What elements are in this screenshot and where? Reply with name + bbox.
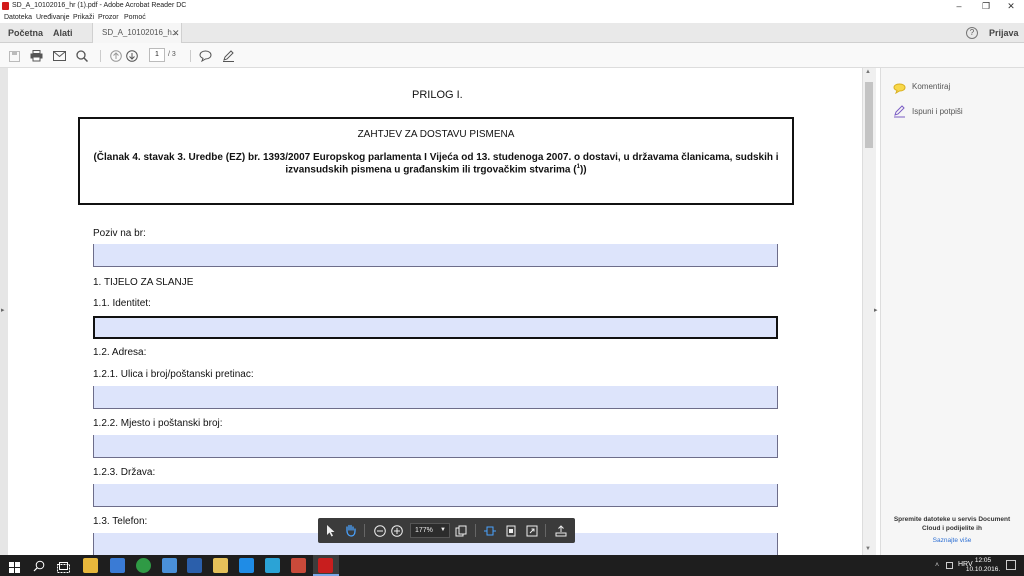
fit-width-icon[interactable] xyxy=(481,522,498,539)
minimize-button[interactable]: – xyxy=(948,0,970,12)
next-page-icon[interactable] xyxy=(124,48,140,64)
full-screen-icon[interactable] xyxy=(523,522,540,539)
phone-label: 1.3. Telefon: xyxy=(93,516,148,527)
chrome-icon[interactable] xyxy=(136,558,151,573)
notification-icon[interactable] xyxy=(1006,560,1016,570)
fill-sign-tool-icon[interactable] xyxy=(893,105,906,123)
country-field[interactable] xyxy=(93,484,778,507)
scrollbar-thumb[interactable] xyxy=(865,82,873,148)
menu-window[interactable]: Prozor xyxy=(98,12,119,23)
regulation-line-2: izvansudskih pismena u građanskim ili tr… xyxy=(285,164,587,176)
zoom-out-icon[interactable] xyxy=(371,522,388,539)
tab-home[interactable]: Početna xyxy=(8,23,43,43)
close-window-button[interactable]: ✕ xyxy=(1000,0,1022,12)
toolbar-divider xyxy=(190,50,191,62)
task-view-icon[interactable] xyxy=(57,560,70,576)
clock[interactable]: 12:05 10.10.2016. xyxy=(965,556,1001,574)
toolbar-divider xyxy=(545,524,546,537)
menu-view[interactable]: Prikaži xyxy=(73,12,94,23)
share-upload-icon[interactable] xyxy=(552,522,569,539)
signin-button[interactable]: Prijava xyxy=(989,23,1019,43)
word-icon[interactable] xyxy=(187,558,202,573)
app2-icon[interactable] xyxy=(265,558,280,573)
page-number-input[interactable]: 1 xyxy=(149,48,165,62)
toolbar-divider xyxy=(100,50,101,62)
comment-icon[interactable] xyxy=(197,48,213,64)
app3-icon[interactable] xyxy=(291,558,306,573)
select-tool-icon[interactable] xyxy=(322,522,339,539)
windows-taskbar: ˄ HRV 12:05 10.10.2016. xyxy=(0,555,1024,576)
acrobat-icon xyxy=(2,2,9,10)
reference-field[interactable] xyxy=(93,244,778,267)
fill-sign-tool-label[interactable]: Ispuni i potpiši xyxy=(912,107,963,116)
menu-help[interactable]: Pomoć xyxy=(124,12,146,23)
identity-label: 1.1. Identitet: xyxy=(93,298,151,309)
window-title: SD_A_10102016_hr (1).pdf - Adobe Acrobat… xyxy=(12,2,187,9)
tools-pane xyxy=(880,68,1024,555)
tab-tools[interactable]: Alati xyxy=(53,23,73,43)
right-panel-toggle-icon[interactable]: ▸ xyxy=(874,306,878,314)
file-explorer-icon[interactable] xyxy=(83,558,98,573)
toolbar-divider xyxy=(475,524,476,537)
search-icon[interactable] xyxy=(74,48,90,64)
floating-page-toolbar: 177% ▼ xyxy=(318,518,575,543)
store-icon[interactable] xyxy=(110,558,125,573)
menu-file[interactable]: Datoteka xyxy=(4,12,32,23)
city-label: 1.2.2. Mjesto i poštanski broj: xyxy=(93,418,223,429)
tray-chevron-icon[interactable]: ˄ xyxy=(935,562,939,569)
page-layout-icon[interactable] xyxy=(452,522,469,539)
scroll-down-icon[interactable]: ▼ xyxy=(865,546,871,552)
clock-date: 10.10.2016. xyxy=(965,566,1001,573)
clock-time: 12:05 xyxy=(974,557,992,564)
street-field[interactable] xyxy=(93,386,778,409)
window-title-bar: SD_A_10102016_hr (1).pdf - Adobe Acrobat… xyxy=(0,0,1024,12)
maximize-button[interactable]: ❐ xyxy=(975,0,997,12)
page-total: / 3 xyxy=(168,51,176,58)
folder-icon[interactable] xyxy=(213,558,228,573)
annex-heading: PRILOG I. xyxy=(412,89,463,101)
edge-icon[interactable] xyxy=(239,558,254,573)
document-cloud-promo: Spremite datoteke u servis Document Clou… xyxy=(893,516,1011,532)
acrobat-taskbar-icon[interactable] xyxy=(318,558,333,573)
tab-close-icon[interactable]: ✕ xyxy=(172,23,180,43)
sign-pen-icon[interactable] xyxy=(220,48,236,64)
section-1-heading: 1. TIJELO ZA SLANJE xyxy=(93,277,194,288)
battery-icon[interactable] xyxy=(946,562,953,569)
search-taskbar-icon[interactable] xyxy=(33,559,45,576)
start-icon[interactable] xyxy=(9,560,20,576)
save-icon[interactable] xyxy=(6,48,22,64)
chevron-down-icon: ▼ xyxy=(440,527,446,533)
print-icon[interactable] xyxy=(28,48,44,64)
learn-more-link[interactable]: Saznajte više xyxy=(887,537,1017,544)
fit-page-icon[interactable] xyxy=(502,522,519,539)
identity-field[interactable] xyxy=(93,316,778,339)
help-icon[interactable]: ? xyxy=(966,27,978,39)
app-icon[interactable] xyxy=(162,558,177,573)
country-label: 1.2.3. Država: xyxy=(93,467,156,478)
zoom-level-select[interactable]: 177% ▼ xyxy=(410,523,450,538)
email-icon[interactable] xyxy=(51,48,67,64)
tab-bar: Početna Alati SD_A_10102016_h... ✕ ? Pri… xyxy=(0,23,1024,43)
left-panel-toggle-icon[interactable]: ▸ xyxy=(1,306,5,314)
toolbar-divider xyxy=(364,524,365,537)
menu-edit[interactable]: Uređivanje xyxy=(36,12,69,23)
menu-bar: Datoteka Uređivanje Prikaži Prozor Pomoć xyxy=(0,12,1024,23)
hand-tool-icon[interactable] xyxy=(342,522,359,539)
regulation-line-1: (Članak 4. stavak 3. Uredbe (EZ) br. 139… xyxy=(93,152,779,163)
tab-document[interactable]: SD_A_10102016_h... xyxy=(92,23,182,43)
address-label: 1.2. Adresa: xyxy=(93,347,147,358)
street-label: 1.2.1. Ulica i broj/poštanski pretinac: xyxy=(93,369,254,380)
scroll-up-icon[interactable]: ▲ xyxy=(865,69,871,75)
request-title: ZAHTJEV ZA DOSTAVU PISMENA xyxy=(357,129,515,140)
comment-tool-icon[interactable] xyxy=(893,81,906,99)
reference-label: Poziv na br: xyxy=(93,228,146,239)
zoom-level-value: 177% xyxy=(415,527,433,534)
comment-tool-label[interactable]: Komentiraj xyxy=(912,82,950,91)
zoom-in-icon[interactable] xyxy=(388,522,405,539)
previous-page-icon[interactable] xyxy=(108,48,124,64)
city-field[interactable] xyxy=(93,435,778,458)
